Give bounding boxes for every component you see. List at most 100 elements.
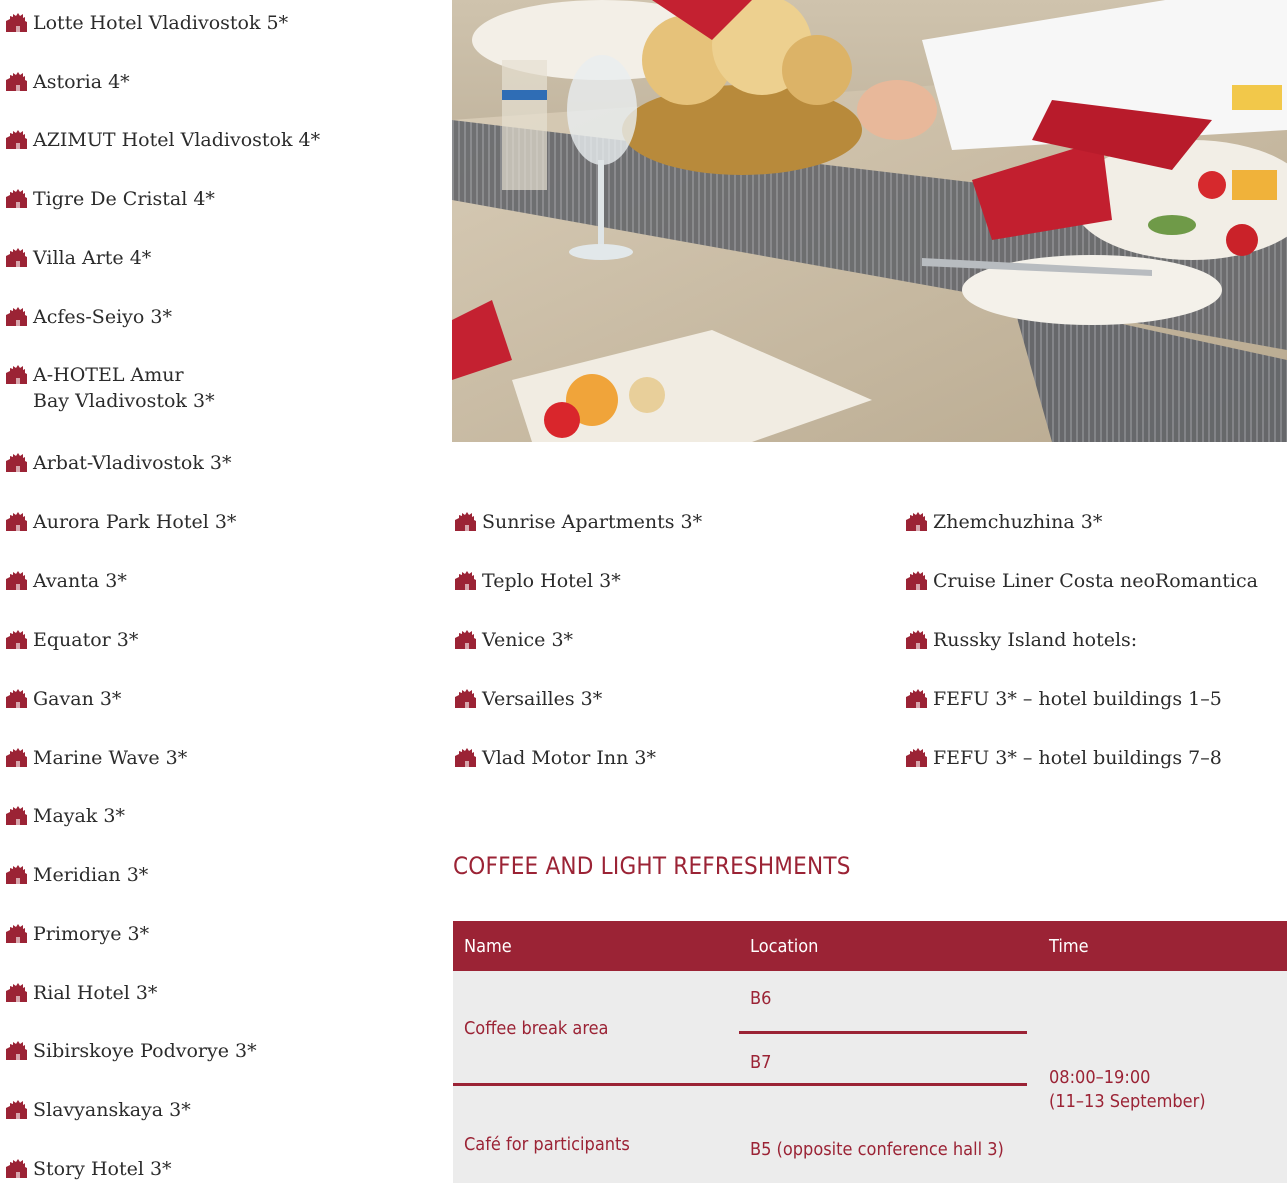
hotel-building-icon xyxy=(6,453,27,472)
hotel-building-icon xyxy=(6,1041,27,1060)
hotel-building-icon xyxy=(6,72,27,91)
hotel-item: FEFU 3* – hotel buildings 1–5 xyxy=(905,686,1222,712)
hotel-building-icon xyxy=(6,1100,27,1119)
hotel-item: Teplo Hotel 3* xyxy=(454,568,621,594)
hotel-building-icon xyxy=(906,748,927,767)
row-location: B6 xyxy=(750,988,772,1009)
hotel-item: Arbat-Vladivostok 3* xyxy=(5,450,231,476)
hotel-name: Venice 3* xyxy=(482,629,574,651)
hotel-building-icon xyxy=(6,865,27,884)
divider xyxy=(739,1083,1027,1086)
hotel-name: Rial Hotel 3* xyxy=(33,982,158,1004)
header-location: Location xyxy=(750,936,819,957)
hotel-item: Versailles 3* xyxy=(454,686,602,712)
row-name: Coffee break area xyxy=(464,1018,609,1039)
hotel-item: Marine Wave 3* xyxy=(5,745,187,771)
hotel-item: Rial Hotel 3* xyxy=(5,980,157,1006)
hotel-name: FEFU 3* – hotel buildings 1–5 xyxy=(933,688,1222,710)
hotel-item: Primorye 3* xyxy=(5,921,149,947)
divider xyxy=(453,1083,739,1086)
time-value: 08:00–19:00 (11–13 September) xyxy=(1049,1067,1206,1112)
hotel-building-icon xyxy=(6,130,27,149)
hotel-name: Equator 3* xyxy=(33,629,139,651)
hotel-name: A-HOTEL Amur Bay Vladivostok 3* xyxy=(33,364,215,412)
hotel-building-icon xyxy=(6,13,27,32)
hotel-name: Marine Wave 3* xyxy=(33,747,188,769)
hotel-name: Teplo Hotel 3* xyxy=(482,570,621,592)
hotel-name: Tigre De Cristal 4* xyxy=(33,188,215,210)
hotel-item: Avanta 3* xyxy=(5,568,127,594)
hotel-building-icon xyxy=(6,630,27,649)
hotel-name: Story Hotel 3* xyxy=(33,1158,172,1180)
hotel-name: Zhemchuzhina 3* xyxy=(933,511,1103,533)
hotel-item: Tigre De Cristal 4* xyxy=(5,186,215,212)
hotel-item: Astoria 4* xyxy=(5,69,130,95)
hotel-item: FEFU 3* – hotel buildings 7–8 xyxy=(905,745,1222,771)
hotel-item: Russky Island hotels: xyxy=(905,627,1137,653)
hotel-building-icon xyxy=(6,983,27,1002)
hotel-item: Lotte Hotel Vladivostok 5* xyxy=(5,10,288,36)
hotel-name: Aurora Park Hotel 3* xyxy=(33,511,237,533)
hotel-item: Story Hotel 3* xyxy=(5,1156,172,1182)
header-name: Name xyxy=(464,936,512,957)
header-time: Time xyxy=(1049,936,1089,957)
hotel-building-icon xyxy=(6,1159,27,1178)
row-location: B5 (opposite conference hall 3) xyxy=(750,1139,1004,1160)
hotel-building-icon xyxy=(6,571,27,590)
hotel-building-icon xyxy=(6,748,27,767)
hotel-name: Slavyanskaya 3* xyxy=(33,1099,191,1121)
hotel-name: Cruise Liner Costa neoRomantica xyxy=(933,570,1258,592)
row-name: Café for participants xyxy=(464,1134,630,1155)
hotel-building-icon xyxy=(6,512,27,531)
hotel-name: Acfes-Seiyo 3* xyxy=(33,306,172,328)
refreshments-table: Name Location Time Coffee break area B6 … xyxy=(453,921,1287,1183)
hotel-building-icon xyxy=(6,365,27,384)
hotel-item: Villa Arte 4* xyxy=(5,245,151,271)
hotel-item: Zhemchuzhina 3* xyxy=(905,509,1102,535)
hotel-building-icon xyxy=(6,307,27,326)
hotel-item: Equator 3* xyxy=(5,627,138,653)
hotel-name: Meridian 3* xyxy=(33,864,149,886)
hotel-name: Vlad Motor Inn 3* xyxy=(482,747,657,769)
hotel-name: Russky Island hotels: xyxy=(933,629,1138,651)
section-title: COFFEE AND LIGHT REFRESHMENTS xyxy=(453,852,851,880)
hotel-name: Lotte Hotel Vladivostok 5* xyxy=(33,12,289,34)
hotel-item: Gavan 3* xyxy=(5,686,121,712)
hotel-name: Gavan 3* xyxy=(33,688,122,710)
hotel-item: Meridian 3* xyxy=(5,862,148,888)
hotel-building-icon xyxy=(906,689,927,708)
hotel-building-icon xyxy=(455,748,476,767)
hotel-item: A-HOTEL Amur Bay Vladivostok 3* xyxy=(5,362,215,414)
hotel-name: Mayak 3* xyxy=(33,805,125,827)
hotel-item: AZIMUT Hotel Vladivostok 4* xyxy=(5,127,320,153)
hotel-building-icon xyxy=(6,806,27,825)
hotel-building-icon xyxy=(455,571,476,590)
hotel-item: Slavyanskaya 3* xyxy=(5,1097,191,1123)
restaurant-photo xyxy=(452,0,1287,442)
hotel-name: Sunrise Apartments 3* xyxy=(482,511,703,533)
hotel-item: Aurora Park Hotel 3* xyxy=(5,509,236,535)
hotel-building-icon xyxy=(6,248,27,267)
hotel-item: Sibirskoye Podvorye 3* xyxy=(5,1038,257,1064)
hotel-name: Astoria 4* xyxy=(33,71,130,93)
hotel-name: Primorye 3* xyxy=(33,923,150,945)
hotel-item: Acfes-Seiyo 3* xyxy=(5,304,172,330)
hotel-item: Cruise Liner Costa neoRomantica xyxy=(905,568,1258,594)
hotel-item: Mayak 3* xyxy=(5,803,125,829)
hotel-building-icon xyxy=(6,689,27,708)
hotel-name: Avanta 3* xyxy=(33,570,127,592)
hotel-building-icon xyxy=(455,512,476,531)
hotel-building-icon xyxy=(455,689,476,708)
row-location: B7 xyxy=(750,1052,772,1073)
hotel-building-icon xyxy=(906,512,927,531)
hotel-building-icon xyxy=(6,189,27,208)
hotel-item: Sunrise Apartments 3* xyxy=(454,509,702,535)
hotel-name: FEFU 3* – hotel buildings 7–8 xyxy=(933,747,1222,769)
divider xyxy=(739,1031,1027,1034)
hotel-item: Vlad Motor Inn 3* xyxy=(454,745,656,771)
hotel-name: Versailles 3* xyxy=(482,688,603,710)
hotel-building-icon xyxy=(455,630,476,649)
hotel-name: AZIMUT Hotel Vladivostok 4* xyxy=(33,129,321,151)
hotel-building-icon xyxy=(906,571,927,590)
hotel-name: Sibirskoye Podvorye 3* xyxy=(33,1040,257,1062)
